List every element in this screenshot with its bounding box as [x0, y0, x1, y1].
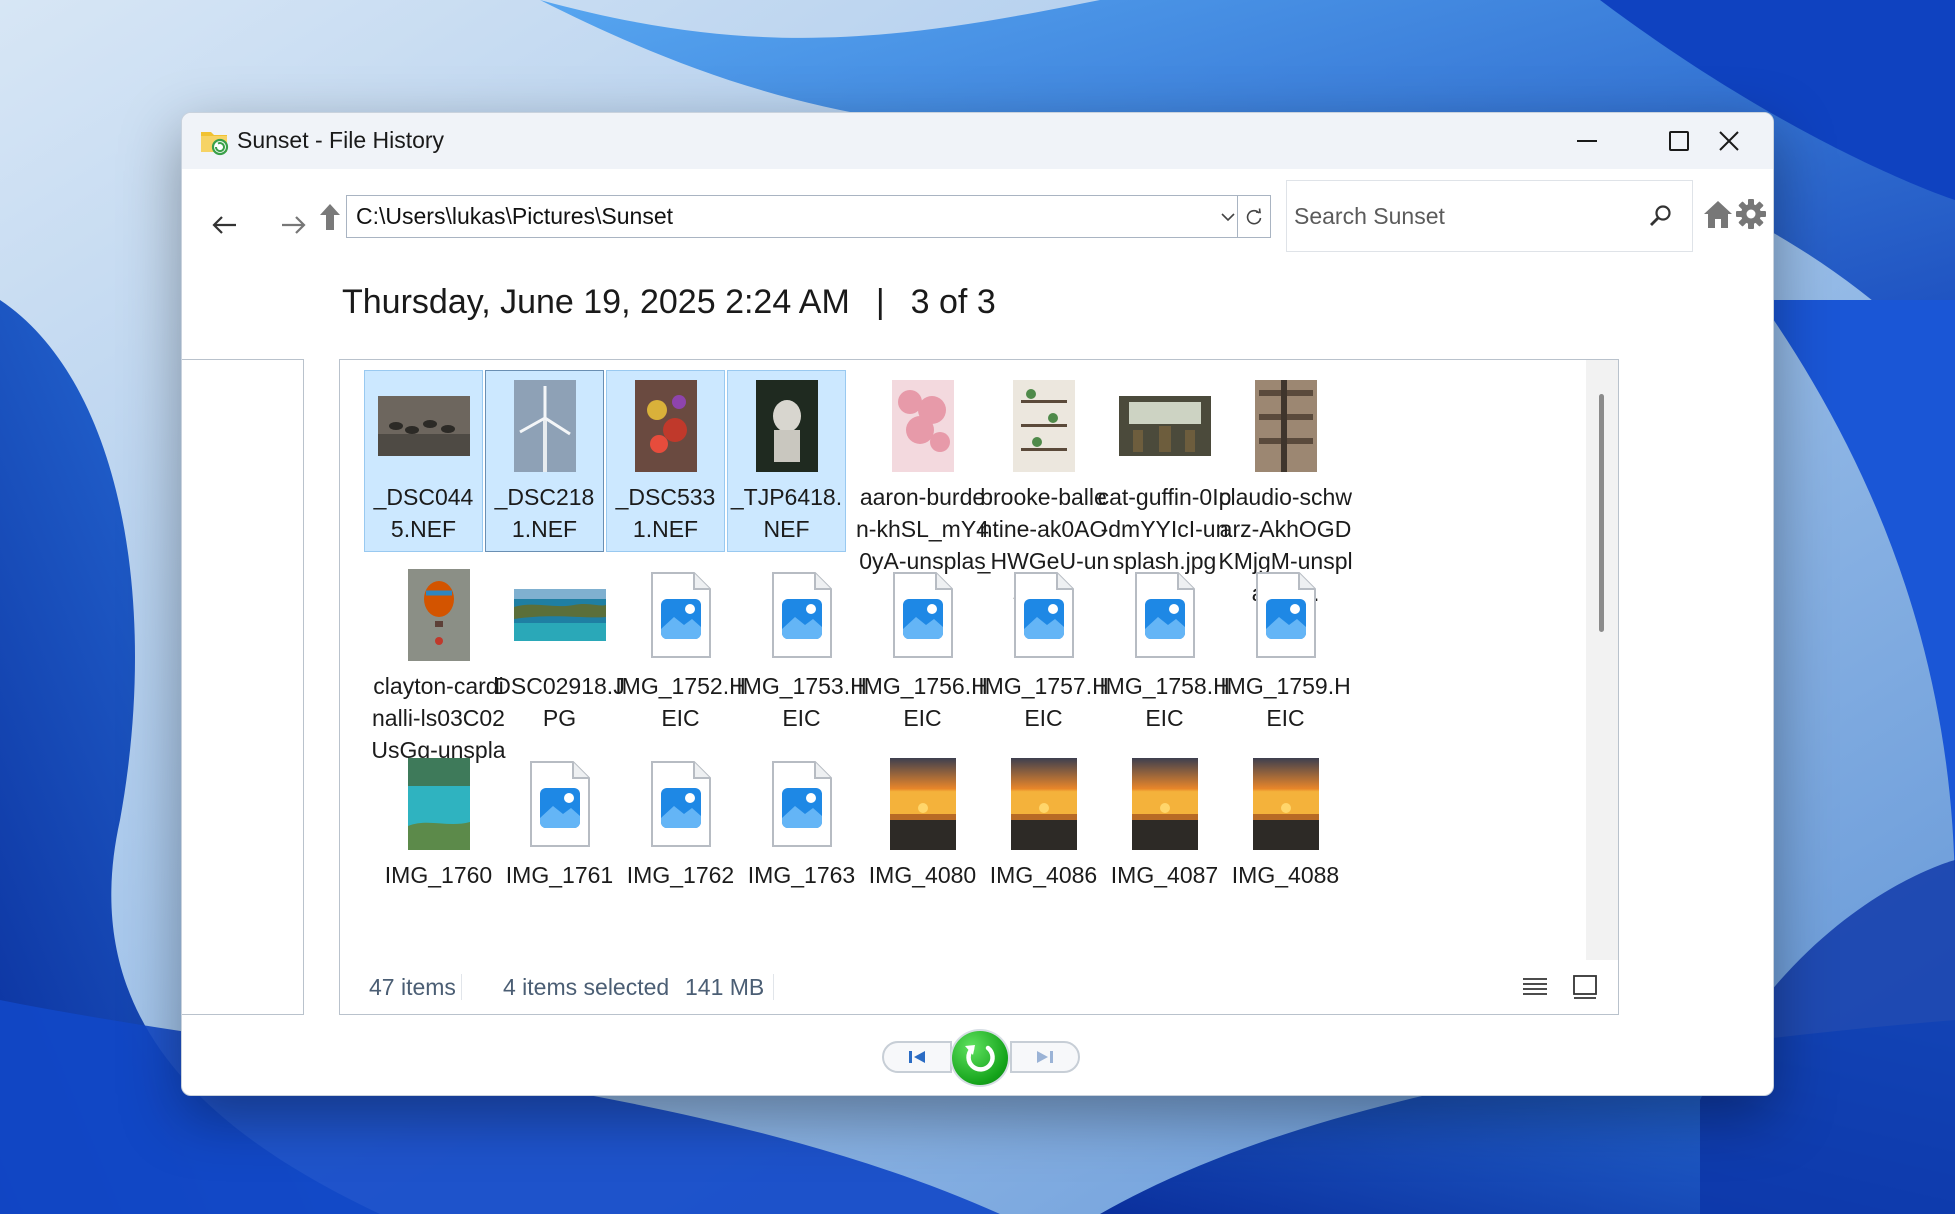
file-history-window: Sunset - File History C:\Users\lukas\Pic…: [181, 112, 1774, 1096]
up-button[interactable]: [310, 197, 350, 237]
address-path[interactable]: C:\Users\lukas\Pictures\Sunset: [347, 203, 1210, 230]
restore-button[interactable]: [950, 1029, 1010, 1087]
close-button[interactable]: [1682, 113, 1773, 169]
minimize-button[interactable]: [1542, 113, 1632, 169]
image-file-icon: [1211, 560, 1360, 670]
previous-version-button[interactable]: [882, 1041, 952, 1073]
arrow-right-icon: [282, 216, 306, 234]
restore-icon: [965, 1045, 995, 1072]
file-item[interactable]: IMG_4088: [1211, 748, 1360, 898]
file-name: _DSC2181.NEF: [494, 484, 595, 542]
file-item[interactable]: _DSC2181.NEF: [485, 370, 604, 552]
file-thumbnail: [1211, 371, 1360, 481]
status-divider: [773, 974, 774, 1000]
file-name: _TJP6418.NEF: [730, 484, 843, 542]
home-icon[interactable]: [1701, 197, 1735, 231]
refresh-button[interactable]: [1237, 195, 1271, 238]
snapshot-date: Thursday, June 19, 2025 2:24 AM: [342, 283, 850, 321]
large-icons-view-icon[interactable]: [1570, 972, 1600, 1002]
file-item[interactable]: _DSC5331.NEF: [606, 370, 725, 552]
file-thumbnail: [365, 371, 482, 481]
title-bar: Sunset - File History: [182, 113, 1773, 169]
next-version-button[interactable]: [1010, 1041, 1080, 1073]
details-view-icon[interactable]: [1520, 972, 1550, 1002]
navigation-pane[interactable]: [182, 359, 304, 1015]
playback-controls: [882, 1021, 1082, 1087]
refresh-icon: [1246, 207, 1262, 224]
file-grid: _DSC0445.NEF _DSC2181.NEF _DSC5331.NEF _TJP…: [340, 360, 1587, 960]
snapshot-separator: |: [875, 283, 885, 321]
snapshot-position: 3 of 3: [910, 283, 996, 321]
vertical-scrollbar[interactable]: [1586, 360, 1618, 960]
search-input[interactable]: [1287, 202, 1627, 230]
file-list-pane: _DSC0445.NEF _DSC2181.NEF _DSC5331.NEF _TJP…: [339, 359, 1619, 1015]
skip-next-icon: [1037, 1051, 1053, 1063]
file-name: _DSC0445.NEF: [373, 484, 474, 542]
chevron-down-icon: [1221, 212, 1235, 221]
snapshot-header: Thursday, June 19, 2025 2:24 AM | 3 of 3: [342, 283, 996, 322]
file-item[interactable]: _DSC0445.NEF: [364, 370, 483, 552]
status-bar: 47 items 4 items selected 141 MB: [340, 960, 1618, 1014]
gear-icon[interactable]: [1734, 197, 1768, 231]
file-thumbnail: [486, 371, 603, 481]
file-item[interactable]: _TJP6418.NEF: [727, 370, 846, 552]
item-count: 47 items: [369, 974, 456, 1000]
file-thumbnail: [607, 371, 724, 481]
file-thumbnail: [728, 371, 845, 481]
close-icon: [1718, 131, 1739, 151]
arrow-left-icon: [212, 216, 236, 234]
file-name: _DSC5331.NEF: [615, 484, 716, 542]
selection-size: 141 MB: [685, 974, 765, 1000]
arrow-up-icon: [320, 204, 340, 230]
back-button[interactable]: [204, 205, 244, 245]
window-title: Sunset - File History: [237, 127, 445, 153]
scrollbar-thumb[interactable]: [1599, 394, 1604, 632]
selection-count: 4 items selected: [503, 974, 670, 1000]
search-box[interactable]: [1286, 180, 1693, 252]
file-name: IMG_1759.HEIC: [1220, 673, 1351, 731]
forward-button[interactable]: [274, 205, 314, 245]
file-name: IMG_4088: [1231, 862, 1340, 888]
address-bar[interactable]: C:\Users\lukas\Pictures\Sunset: [346, 195, 1247, 238]
file-history-app-icon: [201, 132, 229, 156]
file-thumbnail: [1211, 749, 1360, 859]
status-divider: [461, 974, 462, 1000]
file-item[interactable]: IMG_1759.HEIC: [1211, 559, 1360, 741]
minimize-icon: [1577, 140, 1597, 142]
skip-previous-icon: [909, 1051, 925, 1063]
search-icon[interactable]: [1646, 203, 1674, 231]
